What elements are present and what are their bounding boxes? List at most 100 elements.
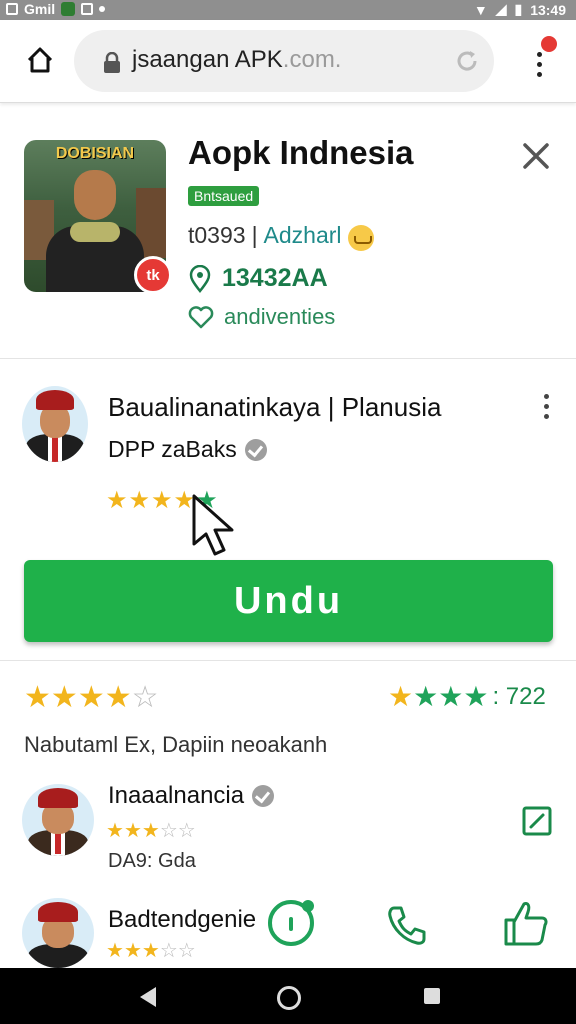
more-options-button[interactable] [540,392,554,422]
developer-profile: Baualinanatinkaya | Planusia DPP zaBaks … [0,362,576,552]
version-text: t0393 [188,222,246,248]
app-title: Aopk Indnesia [188,134,414,171]
star-icon: ☆ [131,681,159,714]
kebab-dot [544,414,549,419]
menu-dot [537,72,542,77]
edit-icon[interactable] [522,806,552,836]
avatar-cap [38,788,78,808]
verified-icon [252,785,275,807]
star-icon: ★ [106,820,124,842]
status-app-label: Gmil [24,1,56,17]
star-icon: ★ [388,681,414,712]
star-icon: ★ [128,487,152,514]
thumbs-up-icon[interactable] [502,898,550,948]
avatar[interactable] [22,386,88,462]
download-button[interactable]: Undu [24,560,553,642]
star-icon: ★ [50,681,78,714]
likes-line: andiventies [188,304,335,330]
icon-figure-head [74,170,116,220]
home-nav-icon[interactable] [277,986,301,1010]
notification-icon [6,3,18,15]
reviewer-name-row: Inaaalnancia [108,782,275,810]
wifi-icon: ▼ [473,1,488,18]
app-notification-icon [61,2,76,16]
image-notification-icon [81,3,94,15]
developer-link[interactable]: Adzharl [264,222,342,249]
emoji-icon [347,224,374,251]
verified-icon [244,438,267,461]
star-icon: ★ [438,681,464,712]
status-bar: Gmil ▼ ◢ ▮ 13:49 [0,0,576,20]
downloads-count: 13432AA [222,264,328,292]
menu-dot [537,62,542,67]
review-stars: ★★★☆☆ [106,818,196,843]
back-icon[interactable] [140,987,156,1007]
rating-count-group: ★★★★ : 722 [388,680,546,713]
location-pin-icon [189,264,211,293]
avatar-tie [55,832,61,854]
app-badge: tk [134,256,172,294]
developer-line: t0393 | Adzharl [188,222,374,251]
icon-figure-collar [70,222,120,242]
star-icon: ★ [104,681,132,714]
star-icon: ☆ [177,820,196,842]
downloads-line: 13432AA [188,264,328,293]
browser-toolbar: jsaangan APK.com. [0,20,576,103]
notification-badge [541,36,557,52]
dot-icon [99,6,106,12]
star-icon: ★ [24,681,51,714]
recents-icon[interactable] [424,988,440,1004]
action-bar [0,898,576,954]
divider [0,660,576,661]
menu-dot [537,52,542,57]
ratings-summary: ★★★★☆ ★★★★ : 722 [0,680,576,720]
developer-subtitle-row: DPP zaBaks [108,436,267,463]
divider [0,358,576,359]
url-suffix: .com. [282,46,342,73]
review-date: DA9: Gda [108,850,196,872]
url-domain: jsaangan APK [132,46,283,73]
reload-icon[interactable] [454,48,480,74]
avatar-cap [36,390,74,410]
star-icon: ★ [141,820,160,842]
play-dot [302,900,314,912]
system-nav-bar [0,968,576,1024]
separator: | [251,222,258,248]
star-icon: ★ [77,681,105,714]
battery-icon: ▮ [514,1,523,17]
reviewer-name: Inaaalnancia [108,782,245,809]
category-tag: Bntsaued [188,186,260,206]
rating-stars: ★★★★☆ [24,680,159,715]
review-item: Inaaalnancia ★★★☆☆ DA9: Gda [0,780,576,880]
app-header-card: DOBISIAN tk Aopk Indnesia Bntsaued t0393… [0,118,576,358]
icon-title: DOBISIAN [55,145,135,162]
phone-icon[interactable] [384,902,430,948]
cursor-pointer-icon [192,494,234,556]
clock: 13:49 [530,1,566,18]
home-button[interactable] [22,42,58,78]
star-icon: ★ [106,487,129,514]
star-icon: ★ [463,681,489,712]
star-icon: ★ [413,681,439,712]
developer-name[interactable]: Baualinanatinkaya | Planusia [108,392,441,423]
heart-icon[interactable] [188,305,214,329]
star-icon: ☆ [159,820,178,842]
star-icon: ★ [123,820,142,842]
lock-icon [104,52,120,73]
home-icon [27,47,53,73]
kebab-dot [544,404,549,409]
developer-subtitle: DPP zaBaks [108,436,237,462]
likes-label: andiventies [224,304,336,329]
url-text: jsaangan APK.com. [132,46,341,74]
reviews-heading: Nabutaml Ex, Dapiin neoakanh [24,732,328,757]
close-icon[interactable] [520,140,552,172]
rating-stars-green: ★★★★ [388,680,488,713]
play-button[interactable] [268,900,314,946]
menu-button[interactable] [524,36,558,82]
reviewer-avatar[interactable] [22,784,94,856]
avatar-tie [52,436,58,462]
address-bar[interactable]: jsaangan APK.com. [74,30,494,92]
rating-count: : 722 [492,682,546,710]
kebab-dot [544,394,549,399]
signal-icon: ◢ [495,1,507,17]
